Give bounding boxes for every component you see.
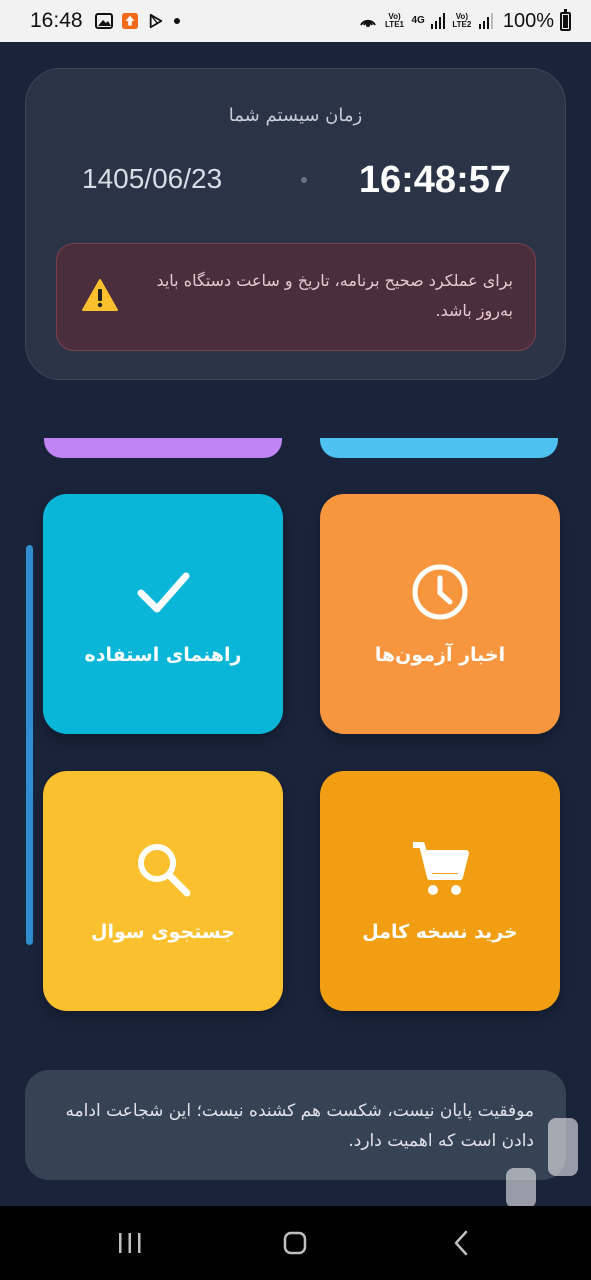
warning-text: برای عملکرد صحیح برنامه، تاریخ و ساعت دس…	[156, 271, 513, 320]
scroll-indicator[interactable]	[26, 545, 33, 945]
dot-icon	[173, 18, 180, 24]
system-date: 1405/06/23	[82, 163, 223, 194]
network-type: 4G	[411, 15, 425, 26]
system-nav-bar	[0, 1206, 591, 1280]
exam-news-tile[interactable]: اخبار آزمون‌ها	[320, 494, 560, 734]
search-icon	[138, 844, 191, 897]
hotspot-icon	[359, 19, 376, 27]
signal-1-icon	[430, 13, 445, 29]
status-time: 16:48	[30, 9, 83, 32]
search-question-tile[interactable]: جستجوی سوال	[43, 771, 283, 1011]
back-icon[interactable]	[442, 1228, 482, 1258]
search-question-label: جستجوی سوال	[90, 921, 235, 943]
date-warning-box: برای عملکرد صحیح برنامه، تاریخ و ساعت دس…	[56, 243, 536, 351]
signal-2-icon	[478, 13, 493, 29]
scrolled-tile-blue[interactable]	[320, 438, 558, 458]
warning-icon	[82, 279, 118, 311]
app-screen: 16:48 Vo) LTE1 4G Vo) LTE2 100% زمان سیس…	[0, 0, 591, 1280]
quote-text: موفقیت پایان نیست، شکست هم کشنده نیست؛ ا…	[65, 1101, 534, 1151]
scrolled-tile-purple[interactable]	[44, 438, 282, 458]
play-store-icon	[149, 13, 162, 29]
system-clock: 16:48:57	[358, 159, 511, 201]
user-guide-tile[interactable]: راهنمای استفاده	[43, 494, 283, 734]
checkmark-icon	[137, 572, 190, 613]
battery-percent: 100%	[502, 9, 554, 32]
cart-icon	[413, 842, 469, 895]
sim1-label: Vo) LTE1	[385, 12, 404, 29]
gallery-icon	[94, 13, 113, 29]
system-time-card: زمان سیستم شما 1405/06/23 16:48:57 برای …	[25, 68, 566, 380]
system-time-title: زمان سیستم شما	[228, 105, 363, 126]
recents-icon[interactable]	[110, 1228, 150, 1258]
separator-dot	[301, 177, 307, 183]
buy-full-version-label: خرید نسخه کامل	[362, 921, 518, 943]
status-bar: 16:48 Vo) LTE1 4G Vo) LTE2 100%	[0, 0, 591, 42]
notification-icons	[94, 13, 181, 29]
buy-full-version-tile[interactable]: خرید نسخه کامل	[320, 771, 560, 1011]
clock-icon	[412, 564, 468, 620]
user-guide-label: راهنمای استفاده	[84, 644, 242, 666]
exam-news-label: اخبار آزمون‌ها	[374, 644, 506, 666]
home-icon[interactable]	[275, 1228, 315, 1258]
quote-card: موفقیت پایان نیست، شکست هم کشنده نیست؛ ا…	[25, 1070, 566, 1180]
app-notification-icon	[121, 13, 138, 29]
battery-icon	[560, 8, 571, 31]
system-status: Vo) LTE1 4G Vo) LTE2 100%	[358, 8, 571, 33]
sim2-label: Vo) LTE2	[452, 12, 472, 29]
